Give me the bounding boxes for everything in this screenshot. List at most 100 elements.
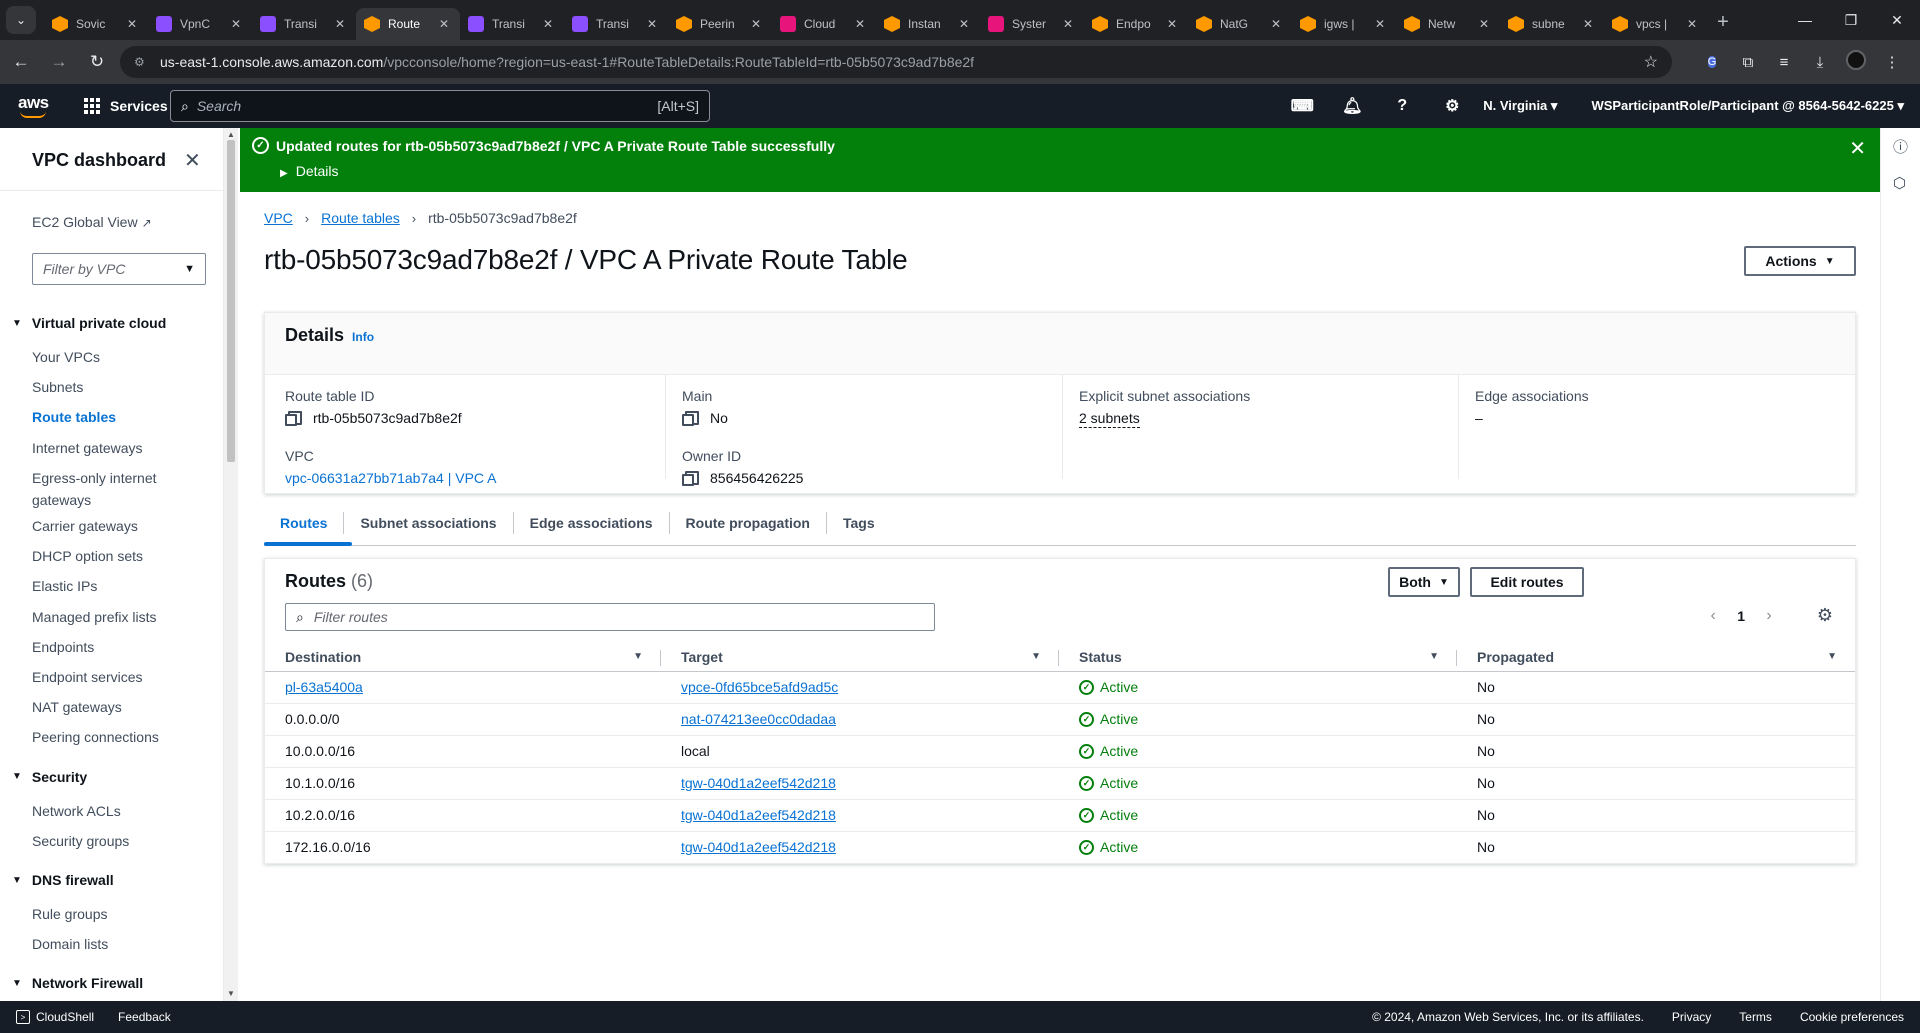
forward-arrow-icon[interactable]: →	[42, 45, 76, 79]
edit-routes-button[interactable]: Edit routes	[1470, 567, 1584, 597]
aws-search-input[interactable]: ⌕ Search [Alt+S]	[170, 90, 710, 122]
explicit-subnet-associations-value[interactable]: 2 subnets	[1079, 409, 1140, 428]
sort-caret-icon[interactable]: ▼	[1429, 651, 1439, 662]
browser-tab[interactable]: Peerin ✕	[668, 8, 772, 40]
tab-subnet-associations[interactable]: Subnet associations	[344, 511, 514, 534]
column-header[interactable]: Destination ▼	[265, 643, 661, 672]
sidebar-item[interactable]: Route tables	[32, 406, 212, 428]
destination-value[interactable]: pl-63a5400a	[285, 679, 363, 695]
copy-icon[interactable]	[682, 411, 699, 426]
sidebar-section[interactable]: ▼ Virtual private cloud	[12, 315, 166, 331]
tab-route-propagation[interactable]: Route propagation	[670, 511, 827, 534]
browser-tab[interactable]: Sovic ✕	[44, 8, 148, 40]
account-menu[interactable]: WSParticipantRole/Participant @ 8564-564…	[1591, 98, 1904, 114]
sidebar-item[interactable]: Managed prefix lists	[32, 606, 212, 628]
bookmark-star-icon[interactable]: ☆	[1644, 52, 1658, 72]
terms-link[interactable]: Terms	[1739, 1010, 1772, 1024]
sidebar-section[interactable]: ▼ DNS firewall	[12, 872, 114, 888]
dismiss-flash-icon[interactable]: ✕	[1849, 136, 1866, 161]
browser-tab[interactable]: Endpo ✕	[1084, 8, 1188, 40]
browser-tab[interactable]: subne ✕	[1500, 8, 1604, 40]
sidebar-section[interactable]: ▼ Network Firewall	[12, 975, 143, 991]
download-icon[interactable]: ⤓	[1802, 54, 1838, 71]
column-header[interactable]: Target ▼	[661, 643, 1059, 672]
target-value[interactable]: vpce-0fd65bce5afd9ad5c	[681, 679, 838, 695]
copy-icon[interactable]	[682, 471, 699, 486]
translate-icon[interactable]: G	[1694, 52, 1730, 72]
sidebar-item[interactable]: Elastic IPs	[32, 575, 212, 597]
close-tab-icon[interactable]: ✕	[228, 17, 244, 31]
site-info-icon[interactable]: ⚙	[134, 55, 150, 69]
cloudshell-icon[interactable]: ⌨	[1277, 96, 1327, 116]
close-tab-icon[interactable]: ✕	[540, 17, 556, 31]
browser-menu-icon[interactable]: ⋮	[1874, 53, 1910, 71]
minimize-icon[interactable]: —	[1782, 0, 1828, 40]
breadcrumb-vpc[interactable]: VPC	[264, 210, 293, 226]
browser-tab[interactable]: Instan ✕	[876, 8, 980, 40]
services-menu[interactable]: Services	[84, 98, 168, 114]
sidebar-item[interactable]: Network ACLs	[32, 800, 212, 822]
close-tab-icon[interactable]: ✕	[1164, 17, 1180, 31]
target-value[interactable]: tgw-040d1a2eef542d218	[681, 775, 836, 791]
next-page-icon[interactable]: ›	[1759, 607, 1779, 625]
sidebar-section[interactable]: ▼ Security	[12, 769, 87, 785]
cloudshell-button[interactable]: > CloudShell	[16, 1010, 94, 1024]
tab-routes[interactable]: Routes	[264, 511, 345, 534]
filter-by-vpc-select[interactable]: Filter by VPC ▼	[32, 253, 206, 285]
close-tab-icon[interactable]: ✕	[748, 17, 764, 31]
sidebar-item[interactable]: DHCP option sets	[32, 545, 212, 567]
feedback-link[interactable]: Feedback	[118, 1010, 171, 1024]
browser-tab[interactable]: igws | ✕	[1292, 8, 1396, 40]
browser-tab[interactable]: vpcs | ✕	[1604, 8, 1708, 40]
region-selector[interactable]: N. Virginia ▾	[1483, 98, 1557, 114]
sidebar-item[interactable]: Subnets	[32, 376, 212, 398]
browser-tab[interactable]: Syster ✕	[980, 8, 1084, 40]
sidebar-item[interactable]: Peering connections	[32, 726, 212, 748]
browser-tab[interactable]: Transi ✕	[460, 8, 564, 40]
scroll-up-icon[interactable]: ▲	[227, 130, 235, 139]
ec2-global-view-link[interactable]: EC2 Global View ↗	[32, 214, 152, 230]
browser-tab[interactable]: Cloud ✕	[772, 8, 876, 40]
address-bar[interactable]: ⚙ us-east-1.console.aws.amazon.com/vpcco…	[120, 46, 1672, 78]
column-header[interactable]: Status ▼	[1059, 643, 1457, 672]
scroll-down-icon[interactable]: ▼	[227, 989, 235, 998]
cookie-preferences-link[interactable]: Cookie preferences	[1800, 1010, 1904, 1024]
sidebar-item[interactable]: Egress-only internet gateways	[32, 467, 212, 511]
browser-tab[interactable]: Netw ✕	[1396, 8, 1500, 40]
previous-page-icon[interactable]: ‹	[1703, 607, 1723, 625]
media-control-icon[interactable]: ≡	[1766, 54, 1802, 71]
sort-caret-icon[interactable]: ▼	[1031, 651, 1041, 662]
close-tab-icon[interactable]: ✕	[1372, 17, 1388, 31]
breadcrumb-route-tables[interactable]: Route tables	[321, 210, 400, 226]
sidebar-title[interactable]: VPC dashboard	[32, 150, 166, 171]
browser-tab[interactable]: Route ✕	[356, 8, 460, 40]
info-link[interactable]: Info	[352, 330, 374, 344]
page-number[interactable]: 1	[1737, 608, 1745, 624]
browser-tab[interactable]: Transi ✕	[564, 8, 668, 40]
extensions-puzzle-icon[interactable]: ⧉	[1730, 54, 1766, 71]
settings-gear-icon[interactable]: ⚙	[1427, 96, 1477, 116]
tab-tags[interactable]: Tags	[827, 512, 891, 534]
profile-avatar[interactable]	[1838, 50, 1874, 74]
hexagon-icon[interactable]: ⬡	[1893, 174, 1906, 192]
scrollbar-thumb[interactable]	[227, 140, 235, 462]
close-tab-icon[interactable]: ✕	[124, 17, 140, 31]
copy-icon[interactable]	[285, 411, 302, 426]
sort-caret-icon[interactable]: ▼	[1827, 651, 1837, 662]
browser-tab[interactable]: Transi ✕	[252, 8, 356, 40]
route-filter-dropdown[interactable]: Both ▼	[1388, 567, 1460, 597]
close-sidebar-icon[interactable]: ✕	[184, 148, 201, 173]
target-value[interactable]: tgw-040d1a2eef542d218	[681, 839, 836, 855]
target-value[interactable]: tgw-040d1a2eef542d218	[681, 807, 836, 823]
sidebar-item[interactable]: Endpoint services	[32, 666, 212, 688]
sidebar-item[interactable]: Carrier gateways	[32, 515, 212, 537]
actions-button[interactable]: Actions ▼	[1744, 246, 1856, 276]
sidebar-item[interactable]: Rule groups	[32, 903, 212, 925]
help-icon[interactable]: ?	[1377, 97, 1427, 115]
close-tab-icon[interactable]: ✕	[1060, 17, 1076, 31]
close-tab-icon[interactable]: ✕	[852, 17, 868, 31]
target-value[interactable]: nat-074213ee0cc0dadaa	[681, 711, 836, 727]
close-tab-icon[interactable]: ✕	[1684, 17, 1700, 31]
new-tab-plus-icon[interactable]: +	[1708, 11, 1738, 34]
reload-icon[interactable]: ↻	[80, 45, 114, 79]
